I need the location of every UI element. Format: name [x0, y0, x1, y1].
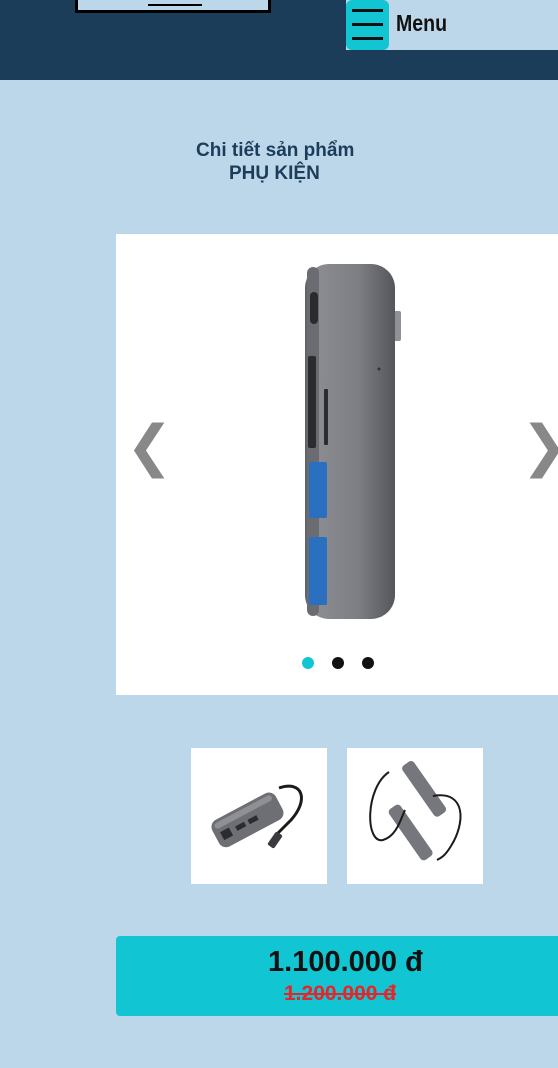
- original-price: 1.200.000 đ: [284, 982, 397, 1005]
- page-subtitle: Chi tiết sản phẩm: [196, 140, 355, 161]
- carousel-next-button[interactable]: ❯: [521, 419, 558, 475]
- current-price: 1.100.000 đ: [268, 946, 423, 978]
- carousel-dot-3[interactable]: [362, 657, 374, 669]
- logo-bar: [148, 4, 202, 6]
- menu-area: Menu: [346, 0, 558, 50]
- price-box: 1.100.000 đ 1.200.000 đ: [116, 936, 558, 1016]
- thumbnail-2[interactable]: [347, 748, 483, 884]
- hamburger-menu-button[interactable]: [346, 0, 389, 50]
- page-title: PHỤ KIỆN: [229, 163, 320, 184]
- hamburger-icon-line: [352, 37, 383, 40]
- logo[interactable]: [75, 0, 271, 13]
- menu-label[interactable]: Menu: [396, 10, 447, 37]
- usb-hub-with-ethernet-image: [211, 784, 303, 849]
- hamburger-icon-line: [352, 9, 383, 12]
- carousel-dot-1[interactable]: [302, 657, 314, 669]
- dual-usb-hubs-image: [369, 761, 462, 861]
- thumbnail-1[interactable]: [191, 748, 327, 884]
- carousel-dot-2[interactable]: [332, 657, 344, 669]
- hamburger-icon-line: [352, 23, 383, 26]
- product-image-carousel: ❮ ❯: [116, 234, 558, 695]
- usb-c-hub-product-image: [305, 264, 401, 619]
- carousel-prev-button[interactable]: ❮: [126, 419, 173, 475]
